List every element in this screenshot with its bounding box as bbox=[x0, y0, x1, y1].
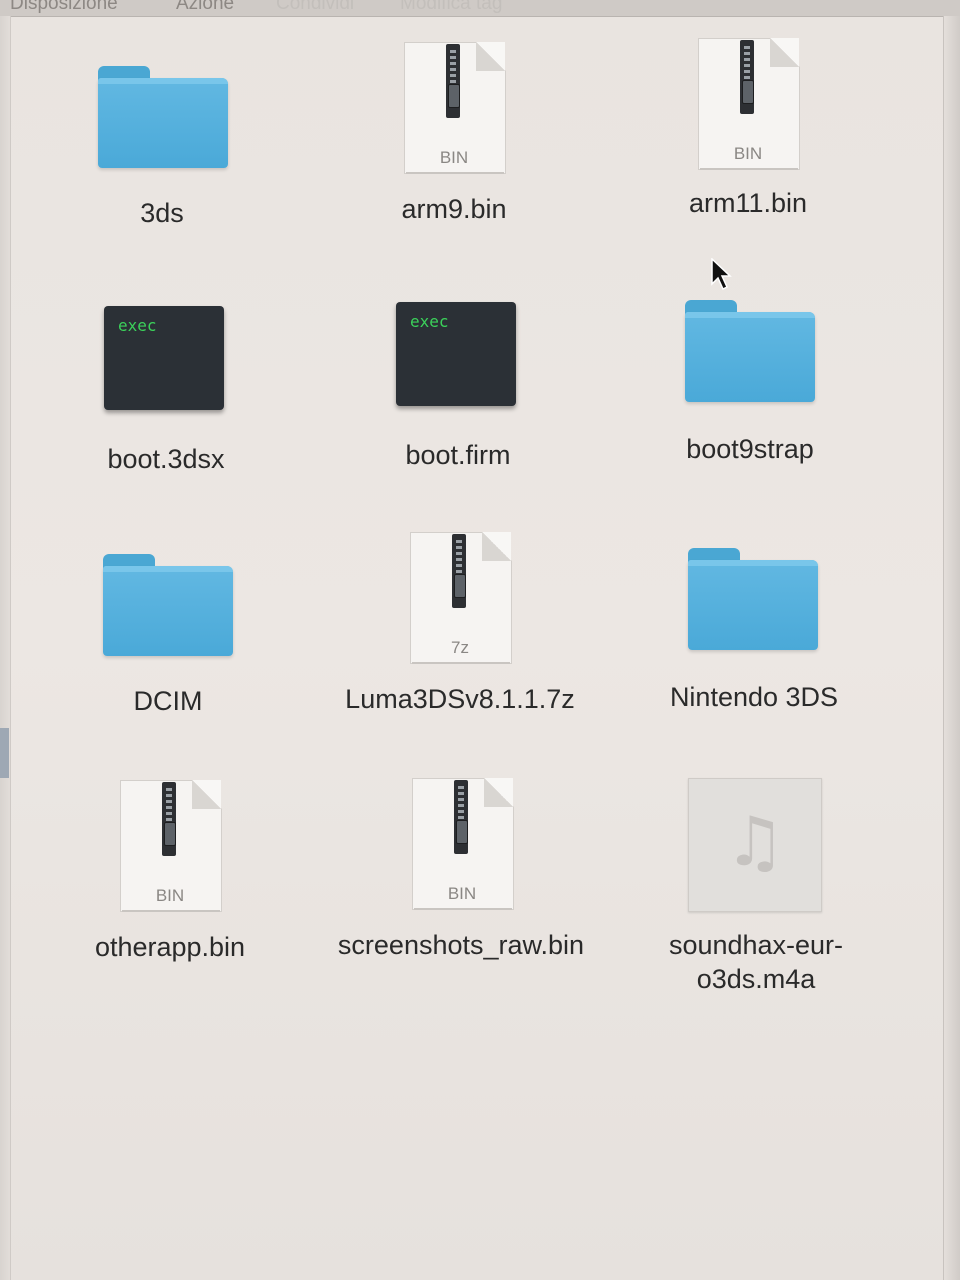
executable-icon: exec bbox=[104, 306, 224, 410]
toolbar-edit-tags-button[interactable]: Modifica tag bbox=[400, 0, 502, 15]
file-label: screenshots_raw.bin bbox=[337, 930, 585, 960]
archive-file-icon: 7z bbox=[410, 532, 512, 664]
file-label: boot.firm bbox=[405, 440, 511, 470]
zipper-icon bbox=[446, 44, 460, 118]
file-label: 3ds bbox=[140, 198, 184, 228]
exec-label: exec bbox=[118, 316, 157, 335]
audio-file-icon: ♫ bbox=[688, 778, 822, 912]
file-item-soundhax-m4a[interactable]: ♫ soundhax-eur-o3ds.m4a bbox=[636, 776, 876, 1016]
folder-icon bbox=[103, 554, 233, 656]
file-extension-badge: BIN bbox=[155, 886, 185, 905]
file-item-3ds[interactable]: 3ds bbox=[42, 40, 282, 280]
toolbar-share-button[interactable]: Condividi bbox=[276, 0, 354, 15]
mouse-pointer-icon bbox=[711, 258, 732, 291]
toolbar-action-button[interactable]: Azione bbox=[176, 0, 234, 15]
file-label: Nintendo 3DS bbox=[669, 682, 839, 712]
toolbar-arrange-button[interactable]: Disposizione bbox=[10, 0, 118, 15]
file-extension-badge: 7z bbox=[451, 638, 469, 657]
file-item-otherapp-bin[interactable]: BIN otherapp.bin bbox=[50, 778, 290, 1018]
binary-file-icon: BIN bbox=[698, 38, 800, 170]
folder-icon bbox=[688, 548, 818, 650]
folder-icon bbox=[98, 66, 228, 168]
zipper-icon bbox=[162, 782, 176, 856]
zipper-icon bbox=[454, 780, 468, 854]
file-label: boot.3dsx bbox=[107, 444, 225, 474]
executable-icon: exec bbox=[396, 302, 516, 406]
folder-icon bbox=[685, 300, 815, 402]
file-item-arm9-bin[interactable]: BIN arm9.bin bbox=[334, 40, 574, 280]
scrollbar-track[interactable] bbox=[943, 16, 960, 1280]
sidebar-edge bbox=[0, 16, 11, 1280]
sidebar-selection-marker bbox=[0, 728, 9, 778]
zipper-icon bbox=[452, 534, 466, 608]
file-label: boot9strap bbox=[686, 434, 814, 464]
file-label: otherapp.bin bbox=[94, 932, 246, 962]
file-extension-badge: BIN bbox=[439, 148, 469, 167]
file-label: arm11.bin bbox=[688, 188, 808, 218]
exec-label: exec bbox=[410, 312, 449, 331]
file-label: Luma3DSv8.1.1.7z bbox=[345, 684, 575, 714]
file-item-arm11-bin[interactable]: BIN arm11.bin bbox=[628, 36, 868, 276]
file-extension-badge: BIN bbox=[447, 884, 477, 903]
file-label: DCIM bbox=[133, 686, 203, 716]
zipper-icon bbox=[740, 40, 754, 114]
file-item-dcim[interactable]: DCIM bbox=[48, 538, 288, 778]
file-item-boot9strap[interactable]: boot9strap bbox=[630, 284, 870, 524]
file-item-boot-3dsx[interactable]: exec boot.3dsx bbox=[46, 290, 286, 530]
file-item-nintendo-3ds[interactable]: Nintendo 3DS bbox=[634, 534, 874, 774]
file-label: soundhax-eur-o3ds.m4a bbox=[668, 930, 844, 994]
music-note-icon: ♫ bbox=[724, 803, 786, 882]
binary-file-icon: BIN bbox=[404, 42, 506, 174]
file-item-luma3ds-7z[interactable]: 7z Luma3DSv8.1.1.7z bbox=[340, 530, 580, 770]
binary-file-icon: BIN bbox=[120, 780, 222, 912]
file-item-boot-firm[interactable]: exec boot.firm bbox=[338, 288, 578, 528]
finder-toolbar: Disposizione Azione Condividi Modifica t… bbox=[0, 0, 960, 17]
binary-file-icon: BIN bbox=[412, 778, 514, 910]
file-extension-badge: BIN bbox=[733, 144, 763, 163]
file-label: arm9.bin bbox=[401, 194, 507, 224]
file-item-screenshots-raw-bin[interactable]: BIN screenshots_raw.bin bbox=[338, 776, 584, 1016]
